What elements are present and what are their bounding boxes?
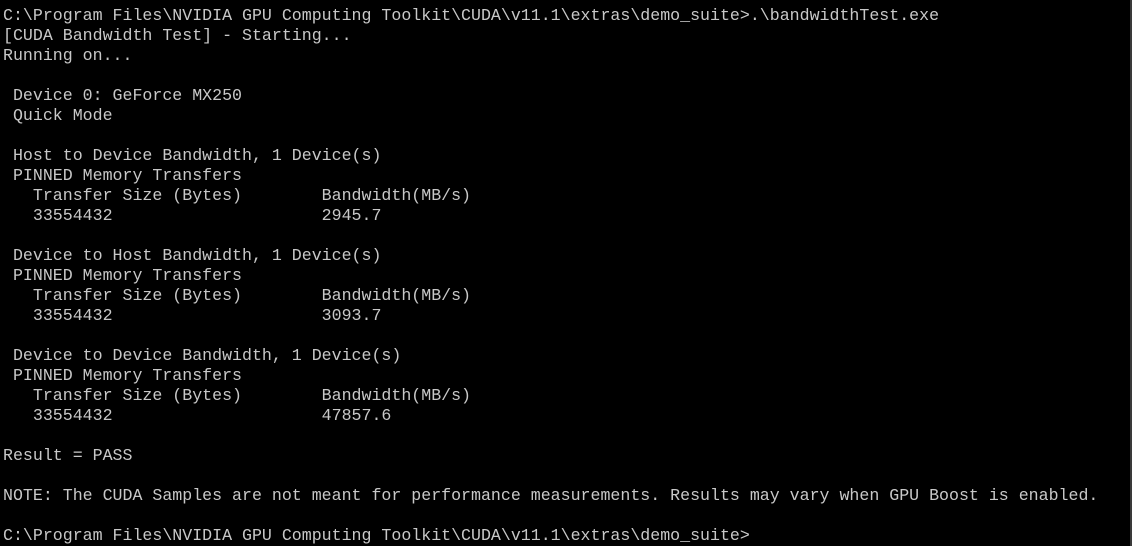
h2d-table-header: Transfer Size (Bytes) Bandwidth(MB/s) bbox=[3, 186, 472, 205]
h2d-table-row: 33554432 2945.7 bbox=[3, 206, 382, 225]
d2h-table-header: Transfer Size (Bytes) Bandwidth(MB/s) bbox=[3, 286, 472, 305]
d2d-table-header: Transfer Size (Bytes) Bandwidth(MB/s) bbox=[3, 386, 472, 405]
d2h-memory-type: PINNED Memory Transfers bbox=[3, 266, 242, 285]
test-start-message: [CUDA Bandwidth Test] - Starting... bbox=[3, 26, 352, 45]
d2d-table-row: 33554432 47857.6 bbox=[3, 406, 392, 425]
result-line: Result = PASS bbox=[3, 446, 133, 465]
h2d-section-title: Host to Device Bandwidth, 1 Device(s) bbox=[3, 146, 382, 165]
note-line: NOTE: The CUDA Samples are not meant for… bbox=[3, 486, 1099, 505]
h2d-memory-type: PINNED Memory Transfers bbox=[3, 166, 242, 185]
d2h-section-title: Device to Host Bandwidth, 1 Device(s) bbox=[3, 246, 382, 265]
running-on-message: Running on... bbox=[3, 46, 133, 65]
d2d-section-title: Device to Device Bandwidth, 1 Device(s) bbox=[3, 346, 402, 365]
d2d-memory-type: PINNED Memory Transfers bbox=[3, 366, 242, 385]
mode-info-line: Quick Mode bbox=[3, 106, 113, 125]
command-prompt[interactable]: C:\Program Files\NVIDIA GPU Computing To… bbox=[3, 526, 1130, 546]
console-output-area[interactable]: C:\Program Files\NVIDIA GPU Computing To… bbox=[0, 0, 1132, 546]
device-info-line: Device 0: GeForce MX250 bbox=[3, 86, 242, 105]
command-line-bandwidth-test: C:\Program Files\NVIDIA GPU Computing To… bbox=[3, 6, 940, 25]
d2h-table-row: 33554432 3093.7 bbox=[3, 306, 382, 325]
